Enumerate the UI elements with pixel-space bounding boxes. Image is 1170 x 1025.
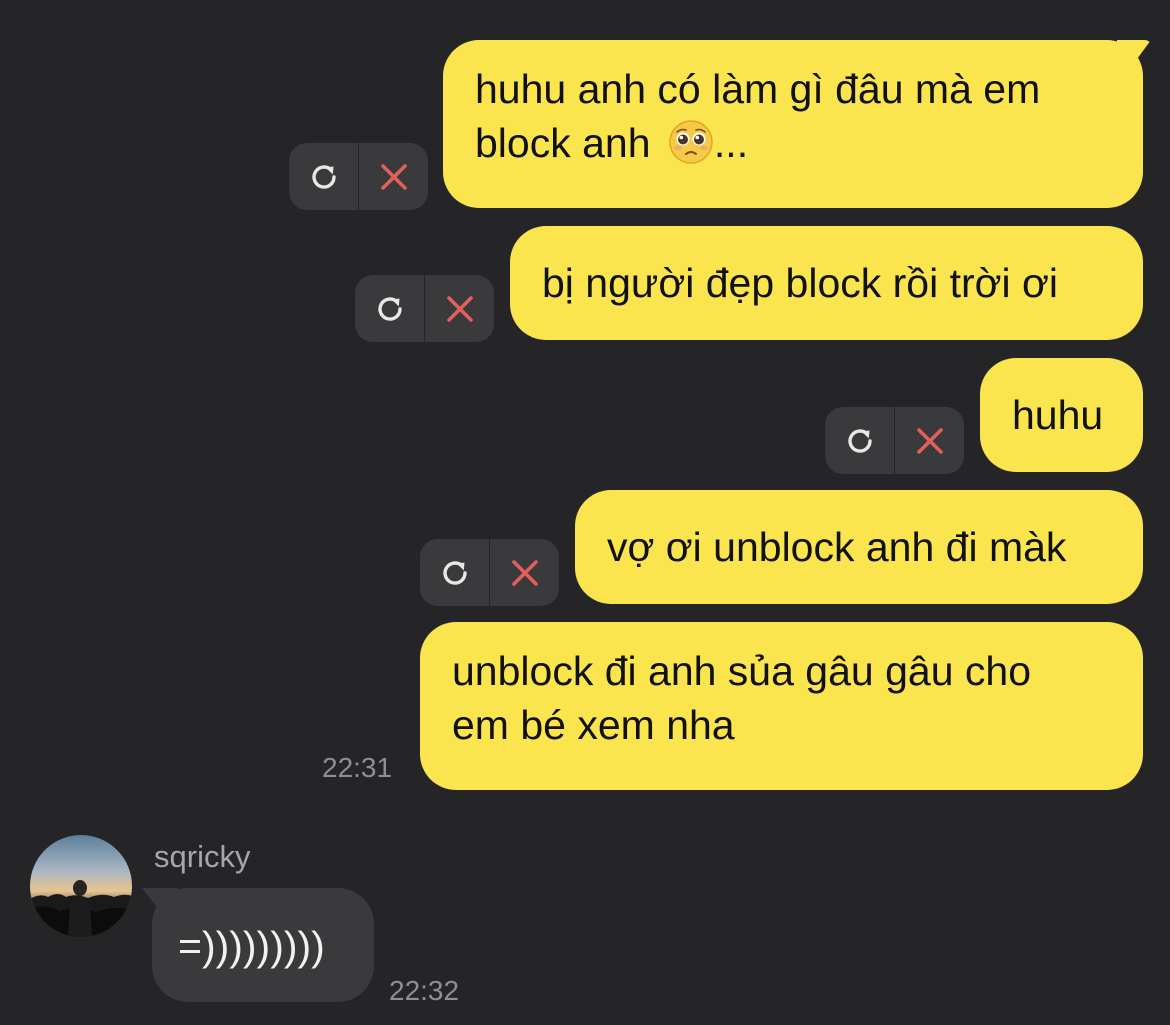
failed-message-actions bbox=[289, 143, 428, 210]
message-line: huhu bbox=[1012, 392, 1104, 438]
delete-icon bbox=[916, 427, 943, 454]
message-line: =))))))))) bbox=[178, 923, 325, 969]
delete-icon bbox=[380, 163, 407, 190]
retry-icon bbox=[377, 296, 402, 321]
outgoing-message[interactable]: unblock đi anh sủa gâu gâu cho em bé xem… bbox=[420, 622, 1143, 790]
delete-button[interactable] bbox=[424, 275, 494, 342]
retry-button[interactable] bbox=[420, 539, 489, 606]
message-line: em bé xem nha bbox=[452, 702, 735, 748]
outgoing-message[interactable]: huhu bbox=[980, 358, 1143, 472]
outgoing-message[interactable]: huhu anh có làm gì đâu mà em block anh .… bbox=[443, 40, 1143, 208]
retry-icon bbox=[311, 164, 336, 189]
delete-button[interactable] bbox=[489, 539, 559, 606]
retry-button[interactable] bbox=[355, 275, 424, 342]
message-line: bị người đẹp block rồi trời ơi bbox=[542, 260, 1059, 306]
outgoing-message[interactable]: vợ ơi unblock anh đi màk bbox=[575, 490, 1143, 604]
message-timestamp: 22:32 bbox=[389, 975, 460, 1006]
failed-message-actions bbox=[825, 407, 964, 474]
message-line: vợ ơi unblock anh đi màk bbox=[607, 524, 1067, 570]
message-line: block anh ... bbox=[475, 120, 749, 166]
retry-icon bbox=[442, 560, 467, 585]
avatar-photo bbox=[30, 835, 132, 937]
retry-button[interactable] bbox=[825, 407, 894, 474]
sender-name: sqricky bbox=[154, 839, 251, 874]
message-line: huhu anh có làm gì đâu mà em bbox=[475, 66, 1041, 112]
failed-message-actions bbox=[355, 275, 494, 342]
delete-icon bbox=[511, 559, 538, 586]
outgoing-message[interactable]: bị người đẹp block rồi trời ơi bbox=[510, 226, 1143, 340]
avatar[interactable] bbox=[30, 835, 132, 937]
message-timestamp: 22:31 bbox=[322, 752, 393, 783]
delete-button[interactable] bbox=[894, 407, 964, 474]
incoming-message[interactable]: =))))))))) bbox=[152, 888, 374, 1002]
retry-icon bbox=[847, 428, 872, 453]
delete-button[interactable] bbox=[358, 143, 428, 210]
pleading-face-icon bbox=[669, 120, 713, 164]
failed-message-actions bbox=[420, 539, 559, 606]
message-line: unblock đi anh sủa gâu gâu cho bbox=[452, 648, 1032, 694]
delete-icon bbox=[446, 295, 473, 322]
retry-button[interactable] bbox=[289, 143, 358, 210]
